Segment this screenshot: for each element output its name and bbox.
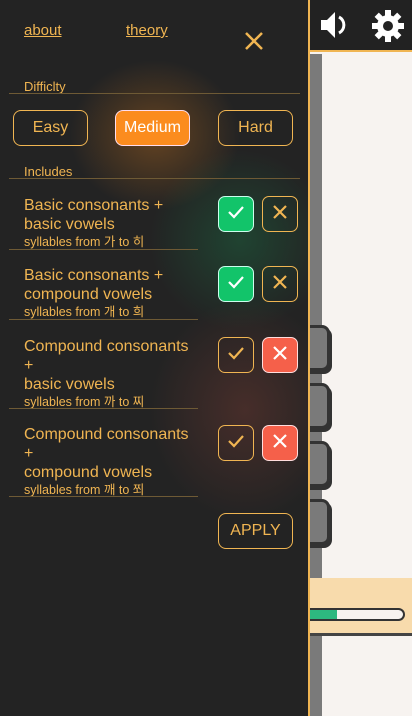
option-title: basic vowels <box>24 376 115 393</box>
option-title: compound vowels <box>24 464 153 481</box>
x-icon <box>272 433 288 454</box>
option-title: basic vowels <box>24 216 115 233</box>
exclude-button[interactable] <box>262 425 298 461</box>
option-subtitle: syllables from 가 to 히 <box>24 235 145 249</box>
divider <box>9 178 300 179</box>
option-subtitle: syllables from 개 to 희 <box>24 305 145 319</box>
check-icon <box>226 272 246 297</box>
include-button[interactable] <box>218 266 254 302</box>
include-button[interactable] <box>218 196 254 232</box>
option-2: Compound consonants + basic vowels syllable… <box>24 337 204 410</box>
medium-button[interactable]: Medium <box>115 110 190 146</box>
divider <box>9 249 198 250</box>
option-1: Basic consonants + compound vowels syllabl… <box>24 266 204 320</box>
x-icon <box>272 345 288 366</box>
check-icon <box>226 202 246 227</box>
divider <box>9 319 198 320</box>
settings-panel: about theory Difficlty Easy Medium Hard … <box>0 0 310 716</box>
divider <box>9 93 300 94</box>
include-button[interactable] <box>218 337 254 373</box>
option-0: Basic consonants + basic vowels syllables … <box>24 196 204 250</box>
check-icon <box>226 431 246 456</box>
theory-link[interactable]: theory <box>126 22 168 39</box>
easy-button[interactable]: Easy <box>13 110 88 146</box>
progress-band <box>310 578 412 636</box>
option-title: Compound consonants <box>24 426 189 443</box>
includes-heading: Includes <box>24 164 73 179</box>
apply-button[interactable]: APPLY <box>218 513 293 549</box>
option-title: + <box>24 445 34 462</box>
exclude-button[interactable] <box>262 266 298 302</box>
exclude-button[interactable] <box>262 337 298 373</box>
option-title: compound vowels <box>24 286 153 303</box>
option-title: Basic consonants + <box>24 197 164 214</box>
check-icon <box>226 343 246 368</box>
divider <box>9 496 198 497</box>
include-button[interactable] <box>218 425 254 461</box>
progress-bar <box>300 608 405 621</box>
option-title: Basic consonants + <box>24 267 164 284</box>
option-title: Compound consonants <box>24 338 189 355</box>
gear-icon[interactable] <box>370 8 406 44</box>
exclude-button[interactable] <box>262 196 298 232</box>
option-3: Compound consonants + compound vowels sylla… <box>24 425 204 498</box>
option-title: + <box>24 357 34 374</box>
hard-button[interactable]: Hard <box>218 110 293 146</box>
speaker-icon[interactable] <box>318 8 352 42</box>
about-link[interactable]: about <box>24 22 62 39</box>
close-icon[interactable] <box>244 31 264 51</box>
top-bar <box>310 0 412 52</box>
x-icon <box>272 274 288 295</box>
difficulty-heading: Difficlty <box>24 79 66 94</box>
divider <box>9 408 198 409</box>
x-icon <box>272 204 288 225</box>
